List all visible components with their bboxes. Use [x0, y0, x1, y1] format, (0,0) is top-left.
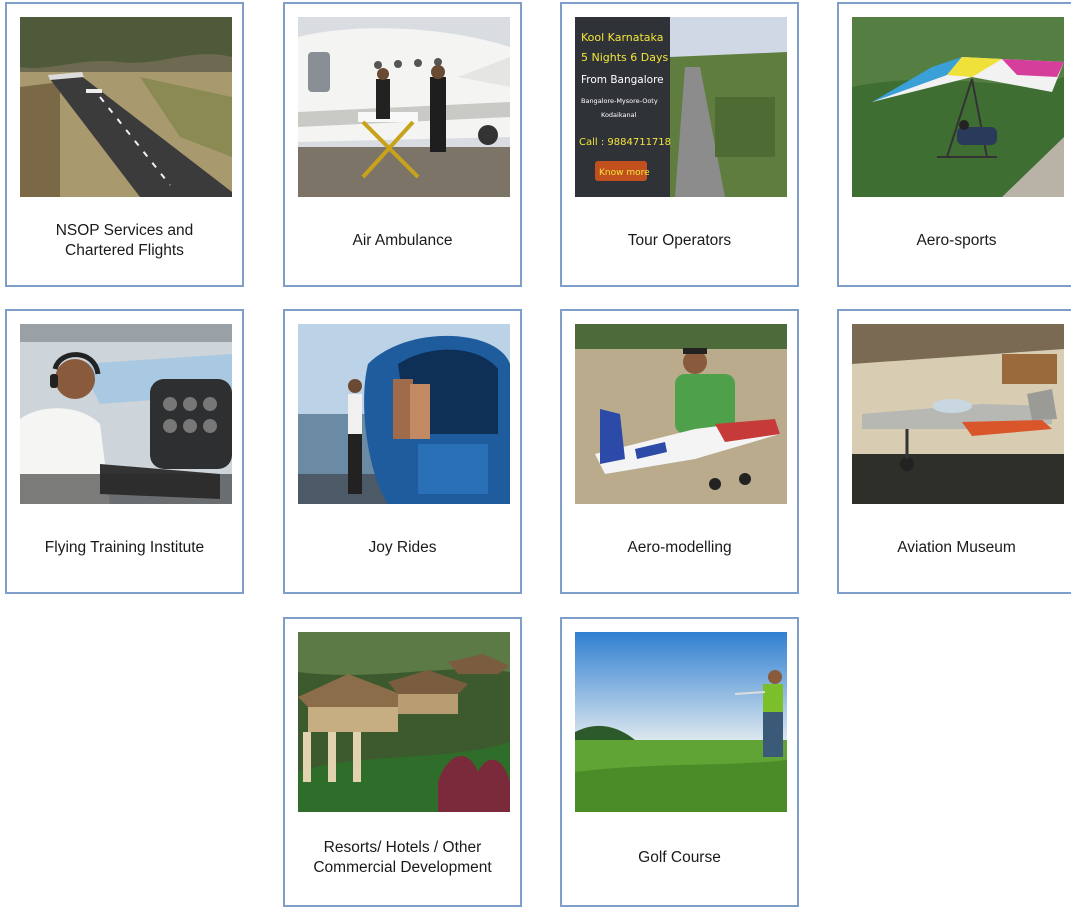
service-label: Aviation Museum [897, 538, 1016, 556]
tour-ad-line3: From Bangalore [581, 74, 664, 86]
service-label: NSOP Services and Chartered Flights [55, 221, 194, 259]
golfer-photo [575, 632, 787, 812]
service-label: Tour Operators [627, 231, 732, 249]
resort-photo [298, 632, 510, 812]
service-card-nsop[interactable]: NSOP Services and Chartered Flights [5, 2, 244, 287]
service-label: Air Ambulance [352, 231, 453, 249]
helicopter-photo [298, 324, 510, 504]
service-label: Joy Rides [368, 538, 437, 556]
service-card-aviation-museum[interactable]: Aviation Museum [837, 309, 1071, 594]
tour-ad-line4: Bangalore-Mysore-Ooty [581, 97, 658, 105]
service-label: Resorts/ Hotels / Other Commercial Devel… [313, 839, 492, 876]
service-label: Golf Course [638, 849, 721, 866]
tour-ad-line5: Kodaikanal [601, 111, 637, 119]
service-card-tour-operators[interactable]: Kool Karnataka 5 Nights 6 Days From Bang… [560, 2, 799, 287]
tour-ad-line1: Kool Karnataka [581, 31, 663, 44]
service-label: Aero-modelling [627, 538, 732, 556]
runway-photo [20, 17, 232, 197]
hang-glider-photo [852, 17, 1064, 197]
model-plane-photo [575, 324, 787, 504]
air-ambulance-photo [298, 17, 510, 197]
service-card-golf-course[interactable]: Golf Course [560, 617, 799, 907]
tour-ad-photo: Kool Karnataka 5 Nights 6 Days From Bang… [575, 17, 787, 197]
service-card-aero-sports[interactable]: Aero-sports [837, 2, 1071, 287]
museum-aircraft-photo [852, 324, 1064, 504]
service-card-flying-training[interactable]: Flying Training Institute [5, 309, 244, 594]
know-more-label: Know more [599, 168, 650, 178]
pilot-cockpit-photo [20, 324, 232, 504]
service-card-air-ambulance[interactable]: Air Ambulance [283, 2, 522, 287]
tour-ad-line2: 5 Nights 6 Days [581, 51, 668, 64]
service-label: Aero-sports [916, 231, 997, 249]
service-card-aero-modelling[interactable]: Aero-modelling [560, 309, 799, 594]
service-card-joy-rides[interactable]: Joy Rides [283, 309, 522, 594]
tour-ad-phone: Call : 9884711718 [579, 137, 671, 148]
service-card-resorts[interactable]: Resorts/ Hotels / Other Commercial Devel… [283, 617, 522, 907]
service-label: Flying Training Institute [44, 538, 205, 556]
